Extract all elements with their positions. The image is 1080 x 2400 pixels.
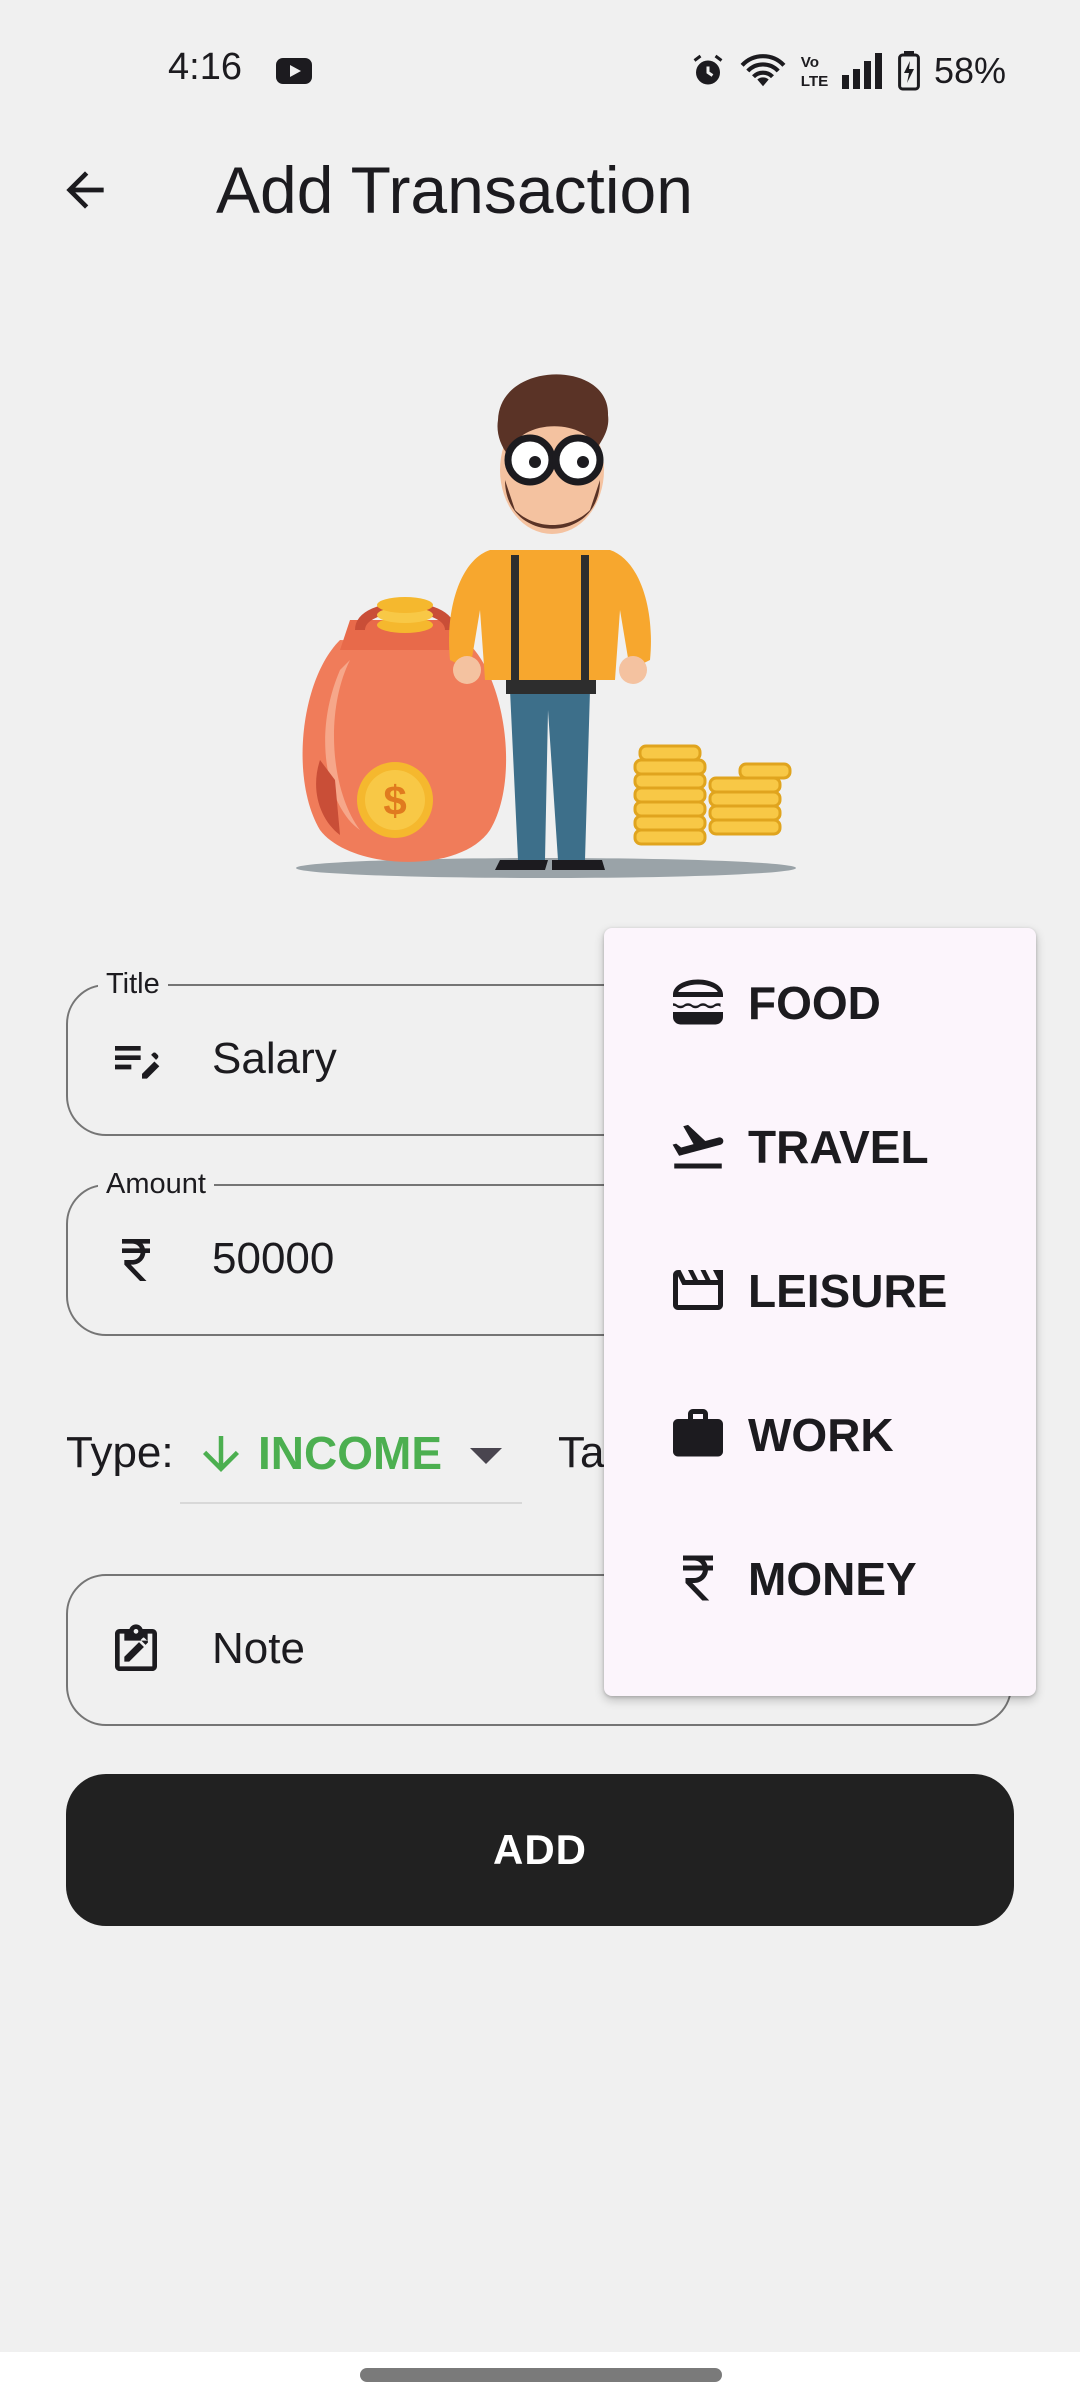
rupee-icon: [122, 1239, 150, 1281]
svg-text:$: $: [383, 777, 406, 824]
alarm-icon: [693, 54, 723, 85]
add-button[interactable]: ADD: [66, 1774, 1014, 1926]
menu-item-travel[interactable]: TRAVEL: [604, 1072, 1036, 1216]
svg-text:Vo: Vo: [801, 54, 819, 71]
title-field-value: Salary: [212, 1034, 337, 1083]
flight-takeoff-icon: [672, 1124, 724, 1169]
battery-percent: 58%: [934, 50, 1007, 91]
menu-item-label: LEISURE: [748, 1265, 948, 1317]
menu-item-label: MONEY: [748, 1553, 917, 1605]
wifi-icon: [740, 54, 786, 87]
status-bar: 4:16 Vo LTE 58%: [0, 0, 1080, 140]
briefcase-icon: [673, 1409, 723, 1457]
tag-label: Ta: [558, 1428, 605, 1477]
menu-item-label: TRAVEL: [748, 1121, 929, 1173]
movie-clapper-icon: [673, 1270, 723, 1310]
type-dropdown[interactable]: INCOME: [180, 1404, 522, 1504]
title-field-label: Title: [98, 968, 168, 1001]
volte-icon: Vo LTE: [801, 54, 828, 90]
menu-item-food[interactable]: FOOD: [604, 928, 1036, 1072]
edit-clipboard-icon: [115, 1624, 157, 1671]
type-value: INCOME: [258, 1427, 442, 1479]
menu-item-leisure[interactable]: LEISURE: [604, 1216, 1036, 1360]
dropdown-caret-icon: [470, 1448, 502, 1464]
burger-icon: [673, 979, 723, 1025]
arrow-back-icon: [66, 171, 104, 209]
svg-text:LTE: LTE: [801, 73, 828, 90]
battery-charging-icon: [898, 51, 920, 91]
menu-item-label: WORK: [748, 1409, 894, 1461]
back-button[interactable]: [50, 150, 120, 230]
rupee-icon: [683, 1555, 713, 1601]
menu-item-money[interactable]: MONEY: [604, 1504, 1036, 1648]
page-title: Add Transaction: [216, 153, 693, 227]
menu-item-work[interactable]: WORK: [604, 1360, 1036, 1504]
amount-field-label: Amount: [98, 1168, 214, 1201]
status-icons: Vo LTE 58%: [690, 46, 1006, 96]
type-label: Type:: [66, 1428, 174, 1477]
amount-field-value: 50000: [212, 1234, 335, 1283]
arrow-downward-icon: [203, 1436, 239, 1472]
status-time: 4:16: [168, 46, 242, 88]
youtube-icon: [276, 58, 312, 84]
note-placeholder: Note: [212, 1624, 305, 1673]
edit-note-icon: [115, 1046, 160, 1079]
signal-icon: [842, 53, 882, 89]
finance-illustration: $: [296, 374, 796, 878]
tag-dropdown-menu: FOOD TRAVEL LEISURE WORK MONEY: [604, 928, 1036, 1696]
menu-item-label: FOOD: [748, 977, 881, 1029]
home-indicator[interactable]: [360, 2368, 722, 2382]
